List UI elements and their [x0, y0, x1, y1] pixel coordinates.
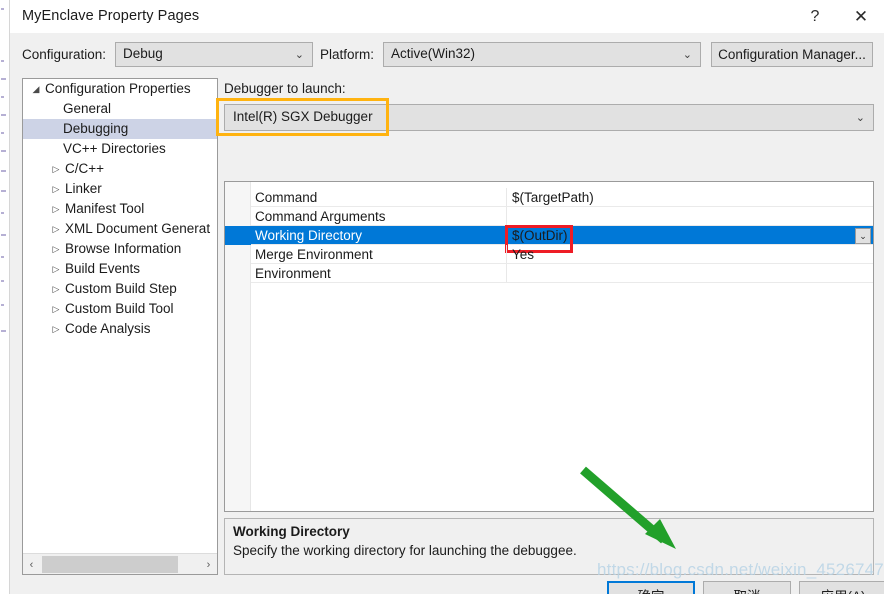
sidebar-item-label: C/C++ [65, 159, 104, 179]
property-pages-dialog: MyEnclave Property Pages ? ✕ Configurati… [0, 0, 884, 594]
sidebar-item-label: Custom Build Tool [65, 299, 174, 319]
sidebar-item-label: Linker [65, 179, 102, 199]
configuration-dropdown[interactable]: Debug ⌄ [115, 42, 313, 67]
configuration-tree-panel: ◢Configuration PropertiesGeneralDebuggin… [22, 78, 218, 575]
platform-dropdown[interactable]: Active(Win32) ⌄ [383, 42, 701, 67]
sidebar-item-label: Debugging [63, 119, 128, 139]
triangle-collapsed-icon[interactable]: ▷ [49, 259, 63, 279]
property-name: Command Arguments [255, 207, 386, 226]
column-separator [506, 226, 507, 245]
help-icon[interactable]: ? [792, 0, 838, 33]
triangle-collapsed-icon[interactable]: ▷ [49, 279, 63, 299]
triangle-collapsed-icon[interactable]: ▷ [49, 319, 63, 339]
sidebar-item-code-analysis[interactable]: ▷Code Analysis [23, 319, 217, 339]
cancel-button[interactable]: 取消 [703, 581, 791, 594]
dialog-body: Configuration: Debug ⌄ Platform: Active(… [10, 33, 884, 594]
platform-value: Active(Win32) [391, 46, 475, 61]
configuration-tree[interactable]: ◢Configuration PropertiesGeneralDebuggin… [23, 79, 217, 552]
chevron-down-icon: ⌄ [856, 105, 865, 130]
sidebar-item-browse-information[interactable]: ▷Browse Information [23, 239, 217, 259]
sidebar-item-c-c[interactable]: ▷C/C++ [23, 159, 217, 179]
property-value[interactable]: Yes [512, 245, 534, 264]
description-text: Specify the working directory for launch… [233, 543, 577, 558]
close-glyph: ✕ [854, 8, 868, 25]
triangle-collapsed-icon[interactable]: ▷ [49, 219, 63, 239]
scroll-right-icon[interactable]: › [200, 554, 217, 575]
triangle-collapsed-icon[interactable]: ▷ [49, 299, 63, 319]
sidebar-item-label: Custom Build Step [65, 279, 177, 299]
property-name: Command [255, 188, 317, 207]
close-icon[interactable]: ✕ [838, 0, 884, 33]
scroll-left-icon[interactable]: ‹ [23, 554, 40, 575]
sidebar-item-label: Manifest Tool [65, 199, 144, 219]
sidebar-item-custom-build-tool[interactable]: ▷Custom Build Tool [23, 299, 217, 319]
tree-horizontal-scrollbar[interactable]: ‹ › [23, 553, 217, 574]
debugger-to-launch-value: Intel(R) SGX Debugger [233, 109, 373, 124]
property-name: Working Directory [255, 226, 362, 245]
table-row[interactable]: Merge Environment Yes [225, 245, 873, 264]
table-row[interactable]: Working Directory $(OutDir) ⌄ [225, 226, 873, 245]
background-artifacts [0, 0, 9, 594]
sidebar-item-label: VC++ Directories [63, 139, 166, 159]
sidebar-item-custom-build-step[interactable]: ▷Custom Build Step [23, 279, 217, 299]
sidebar-item-configuration-properties[interactable]: ◢Configuration Properties [23, 79, 217, 99]
sidebar-item-label: General [63, 99, 111, 119]
property-value[interactable]: $(OutDir) [512, 226, 568, 245]
configuration-value: Debug [123, 46, 163, 61]
configuration-row: Configuration: Debug ⌄ Platform: Active(… [10, 33, 884, 78]
dialog-footer: 确定 取消 应用(A) [10, 575, 884, 594]
column-separator [506, 264, 507, 283]
triangle-expanded-icon[interactable]: ◢ [29, 79, 43, 99]
ok-button[interactable]: 确定 [607, 581, 695, 594]
property-grid[interactable]: Command $(TargetPath) Command ArgumentsWor… [224, 181, 874, 512]
configuration-label: Configuration: [22, 47, 106, 62]
triangle-collapsed-icon[interactable]: ▷ [49, 159, 63, 179]
column-separator [506, 207, 507, 226]
description-panel: Working Directory Specify the working di… [224, 518, 874, 575]
configuration-manager-button[interactable]: Configuration Manager... [711, 42, 873, 67]
platform-label: Platform: [320, 47, 374, 62]
sidebar-item-vc-directories[interactable]: VC++ Directories [23, 139, 217, 159]
debugger-to-launch-dropdown[interactable]: Intel(R) SGX Debugger ⌄ [224, 104, 874, 131]
sidebar-item-build-events[interactable]: ▷Build Events [23, 259, 217, 279]
title-bar: MyEnclave Property Pages ? ✕ [10, 0, 884, 33]
settings-pane: Debugger to launch: Intel(R) SGX Debugge… [222, 78, 874, 575]
property-name: Environment [255, 264, 331, 283]
chevron-down-icon: ⌄ [295, 43, 304, 66]
sidebar-item-label: Build Events [65, 259, 140, 279]
table-row[interactable]: Command $(TargetPath) [225, 188, 873, 207]
column-separator [506, 188, 507, 207]
triangle-collapsed-icon[interactable]: ▷ [49, 239, 63, 259]
help-glyph: ? [811, 8, 820, 26]
table-row[interactable]: Environment [225, 264, 873, 283]
table-row[interactable]: Command Arguments [225, 207, 873, 226]
sidebar-item-manifest-tool[interactable]: ▷Manifest Tool [23, 199, 217, 219]
chevron-down-icon: ⌄ [683, 43, 692, 66]
sidebar-item-label: XML Document Generat [65, 219, 210, 239]
sidebar-item-label: Code Analysis [65, 319, 151, 339]
apply-button[interactable]: 应用(A) [799, 581, 884, 594]
sidebar-item-xml-document-generat[interactable]: ▷XML Document Generat [23, 219, 217, 239]
value-chevron-down-icon[interactable]: ⌄ [855, 228, 871, 244]
sidebar-item-label: Configuration Properties [45, 79, 191, 99]
property-value[interactable]: $(TargetPath) [512, 188, 594, 207]
description-title: Working Directory [233, 524, 350, 539]
column-separator [506, 245, 507, 264]
triangle-collapsed-icon[interactable]: ▷ [49, 179, 63, 199]
row-divider [251, 282, 873, 283]
sidebar-item-linker[interactable]: ▷Linker [23, 179, 217, 199]
scrollbar-thumb[interactable] [42, 556, 178, 573]
sidebar-item-label: Browse Information [65, 239, 181, 259]
sidebar-item-general[interactable]: General [23, 99, 217, 119]
debugger-to-launch-label: Debugger to launch: [224, 81, 346, 96]
triangle-collapsed-icon[interactable]: ▷ [49, 199, 63, 219]
sidebar-item-debugging[interactable]: Debugging [23, 119, 217, 139]
property-name: Merge Environment [255, 245, 373, 264]
window-title: MyEnclave Property Pages [22, 8, 199, 24]
